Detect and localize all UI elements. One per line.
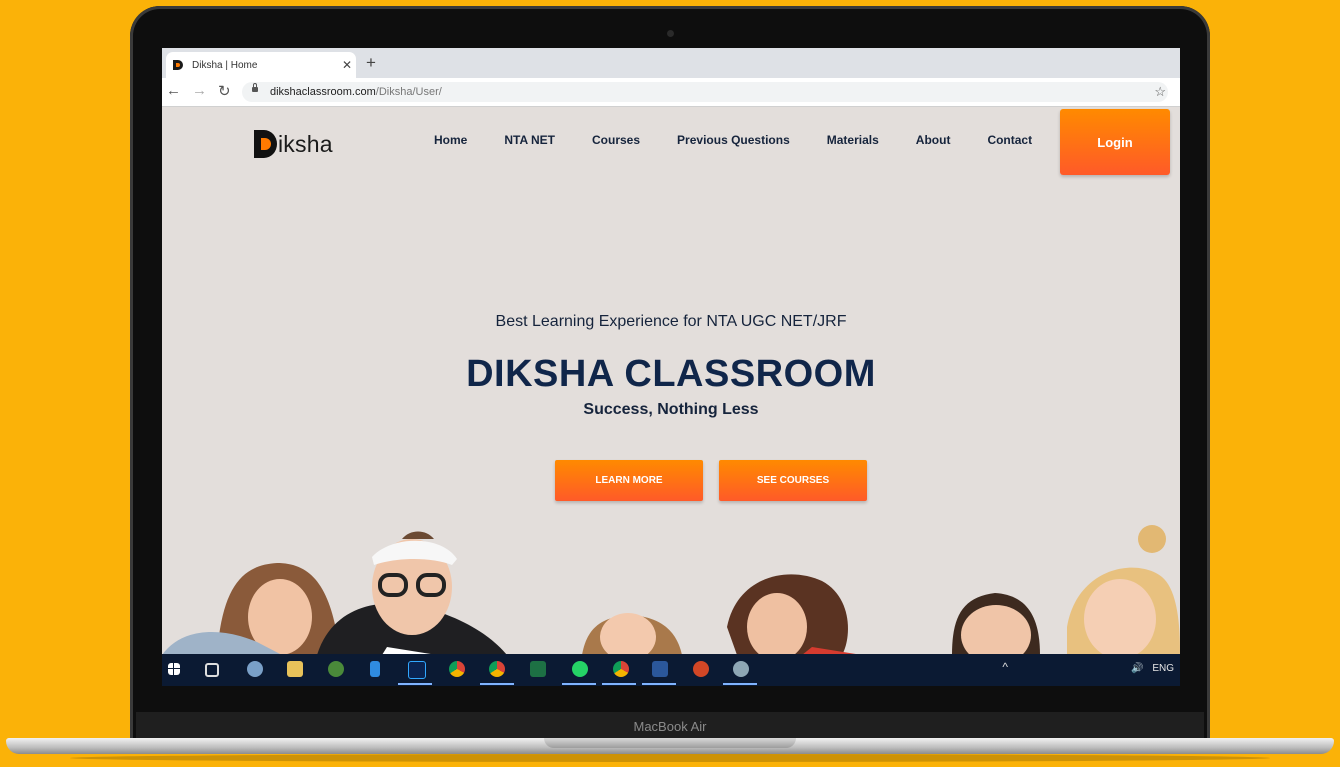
student-figure [582,613,682,655]
student-figure [952,593,1040,655]
hero-title: DIKSHA CLASSROOM [466,353,876,395]
nav-contact[interactable]: Contact [987,133,1032,147]
app-icon[interactable] [733,661,749,677]
laptop-shadow [70,754,1270,762]
site-logo[interactable]: iksha [253,127,333,161]
bookmark-star-icon[interactable]: ☆ [1154,82,1166,102]
running-indicator [480,683,514,685]
student-figure [1067,525,1180,655]
back-arrow-icon[interactable]: ← [166,82,181,99]
diksha-favicon-icon [173,60,183,70]
nav-home[interactable]: Home [434,133,467,147]
hero-kicker: Best Learning Experience for NTA UGC NET… [495,313,847,330]
address-bar[interactable]: dikshaclassroom.com/Diksha/User/ ☆ [242,82,1168,102]
paint-icon[interactable] [247,661,263,677]
show-hidden-icons-chevron-icon[interactable]: ^ [1002,660,1008,674]
photoshop-icon[interactable] [408,661,426,679]
running-indicator [562,683,596,685]
nav-courses[interactable]: Courses [592,133,640,147]
running-indicator [723,683,757,685]
website-page: iksha Home NTA NET Courses Previous Ques… [162,107,1180,655]
windows-start-icon[interactable] [168,663,180,675]
diksha-logo-mark-icon [254,130,277,158]
app-icon[interactable] [328,661,344,677]
new-tab-icon[interactable]: + [366,53,376,73]
running-indicator [602,683,636,685]
laptop-notch [544,738,796,748]
url-text: dikshaclassroom.com/Diksha/User/ [270,82,442,102]
nav-nta-net[interactable]: NTA NET [504,133,555,147]
login-button[interactable]: Login [1060,109,1170,175]
nav-about[interactable]: About [916,133,951,147]
student-figure [162,563,340,655]
input-language[interactable]: ENG [1152,663,1174,674]
browser-tab[interactable]: Diksha | Home ✕ [166,52,356,78]
lock-icon [252,83,258,92]
windows-taskbar: ^ 🔊 ENG [162,654,1180,686]
hero-subtitle: Success, Nothing Less [583,401,759,418]
word-icon[interactable] [652,661,668,677]
main-nav: Home NTA NET Courses Previous Questions … [434,133,1032,147]
close-tab-icon[interactable]: ✕ [338,58,356,72]
volume-icon[interactable]: 🔊 [1131,663,1143,674]
app-icon[interactable] [370,661,380,677]
excel-icon[interactable] [530,661,546,677]
running-indicator [398,683,432,685]
url-host: dikshaclassroom.com [270,86,376,98]
students-hero-image [162,525,1180,655]
logo-text: iksha [278,130,333,157]
browser-toolbar: ← → ↻ dikshaclassroom.com/Diksha/User/ ☆ [162,78,1180,107]
url-path: /Diksha/User/ [375,86,442,98]
chrome-icon[interactable] [489,661,505,677]
running-indicator [642,683,676,685]
tab-title: Diksha | Home [192,59,258,71]
powerpoint-icon[interactable] [693,661,709,677]
webcam [667,30,674,37]
browser-tab-bar: Diksha | Home ✕ + [162,48,1180,78]
student-figure [317,531,507,655]
whatsapp-icon[interactable] [572,661,588,677]
screen: Diksha | Home ✕ + ← → ↻ dikshaclassroom.… [162,48,1180,686]
forward-arrow-icon[interactable]: → [192,82,207,99]
nav-materials[interactable]: Materials [827,133,879,147]
chrome-icon[interactable] [613,661,629,677]
reload-icon[interactable]: ↻ [218,82,231,100]
system-tray: 🔊 ENG [1131,663,1174,674]
task-view-icon[interactable] [205,663,219,677]
student-figure [727,574,862,655]
chrome-icon[interactable] [449,661,465,677]
nav-previous-questions[interactable]: Previous Questions [677,133,790,147]
file-explorer-icon[interactable] [287,661,303,677]
